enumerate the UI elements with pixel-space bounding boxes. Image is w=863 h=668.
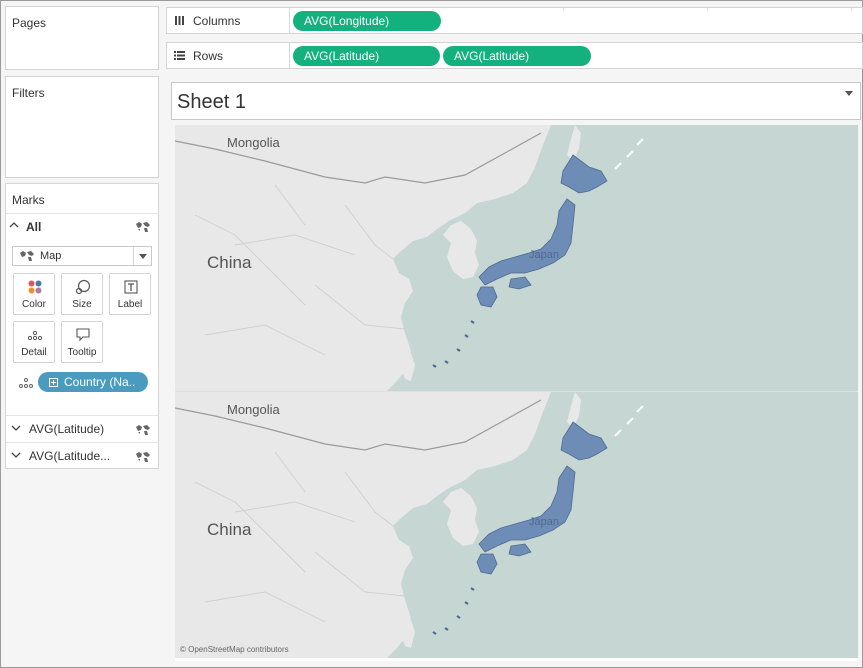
mark-type-value: Map [40,250,62,262]
size-button-label: Size [72,299,92,310]
detail-dots-icon [27,330,43,341]
latitude-pill-2[interactable]: AVG(Latitude) [443,46,591,66]
size-icon [75,279,91,295]
rows-icon [174,51,185,60]
marks-section-label: AVG(Latitude... [29,449,111,463]
country-field-pill-label: Country (Na.. [64,375,136,389]
marks-section-latitude-1[interactable]: AVG(Latitude) [6,415,158,442]
detail-encoding-icon [19,378,33,388]
shelf-gridline [707,8,708,11]
sheet-title: Sheet 1 [177,91,246,113]
color-button[interactable]: Color [13,273,55,315]
columns-shelf-header: Columns [167,8,290,33]
dropdown-arrow-icon[interactable] [133,247,151,265]
shelf-gridline [851,8,852,11]
columns-drop-area[interactable]: AVG(Longitude) [291,8,862,33]
chevron-up-icon[interactable] [6,220,22,233]
columns-shelf[interactable]: Columns AVG(Longitude) [166,7,863,34]
detail-button[interactable]: Detail [13,321,55,363]
pages-card[interactable]: Pages [5,6,159,70]
latitude-pill-1[interactable]: AVG(Latitude) [293,46,440,66]
country-field-pill[interactable]: Country (Na.. [38,372,148,392]
map-mark-icon [136,222,150,232]
marks-all-row[interactable]: All [6,213,158,239]
map-mark-icon [136,425,150,435]
chevron-down-icon[interactable] [8,423,24,436]
rows-shelf[interactable]: Rows AVG(Latitude) AVG(Latitude) [166,42,863,69]
tooltip-button[interactable]: Tooltip [61,321,103,363]
marks-section-label: AVG(Latitude) [29,422,105,436]
mark-type-dropdown[interactable]: Map [12,246,152,266]
size-button[interactable]: Size [61,273,103,315]
detail-button-label: Detail [21,347,47,358]
map-label-mongolia: Mongolia [227,135,280,150]
map-pane-bottom-svg [175,392,858,658]
label-button-label: Label [117,299,143,310]
map-visualization[interactable]: Mongolia China Japan Mongolia China Japa… [175,125,858,661]
color-dots-icon [28,280,42,294]
expand-plus-icon[interactable] [49,377,58,387]
longitude-pill[interactable]: AVG(Longitude) [293,11,441,31]
label-button[interactable]: Label [109,273,151,315]
map-label-china: China [207,520,252,539]
map-pane-top-svg [175,125,858,391]
map-mark-type-icon [20,251,34,261]
map-label-china: China [207,253,252,272]
marks-section-latitude-2[interactable]: AVG(Latitude... [6,442,158,469]
filters-card[interactable]: Filters [5,76,159,178]
shelf-gridline [563,8,564,11]
map-label-japan: Japan [529,249,559,261]
sheet-menu-arrow-icon[interactable] [844,91,854,97]
rows-drop-area[interactable]: AVG(Latitude) AVG(Latitude) [291,43,862,68]
filters-card-title: Filters [12,86,45,100]
columns-icon [175,16,184,25]
marks-all-label: All [26,219,42,234]
rows-shelf-header: Rows [167,43,290,68]
map-attribution[interactable]: © OpenStreetMap contributors [180,645,289,654]
color-button-label: Color [22,299,46,310]
rows-shelf-label: Rows [193,48,224,63]
pages-card-title: Pages [12,16,47,30]
map-label-mongolia: Mongolia [227,402,280,417]
tooltip-bubble-icon [76,328,90,342]
workspace: Pages Filters Marks All Map Color Size L… [0,0,863,668]
map-label-japan: Japan [529,516,559,528]
chevron-down-icon[interactable] [8,450,24,463]
columns-shelf-label: Columns [193,13,241,28]
tooltip-button-label: Tooltip [67,347,97,358]
marks-card-title: Marks [12,193,45,207]
map-pane-top[interactable]: Mongolia China Japan [175,125,858,391]
text-label-icon [124,280,138,294]
marks-card: Marks All Map Color Size Label Detail To… [5,183,159,469]
sheet-title-bar[interactable]: Sheet 1 [171,82,861,120]
map-pane-bottom[interactable]: Mongolia China Japan © OpenStreetMap con… [175,392,858,658]
map-mark-icon [136,452,150,462]
